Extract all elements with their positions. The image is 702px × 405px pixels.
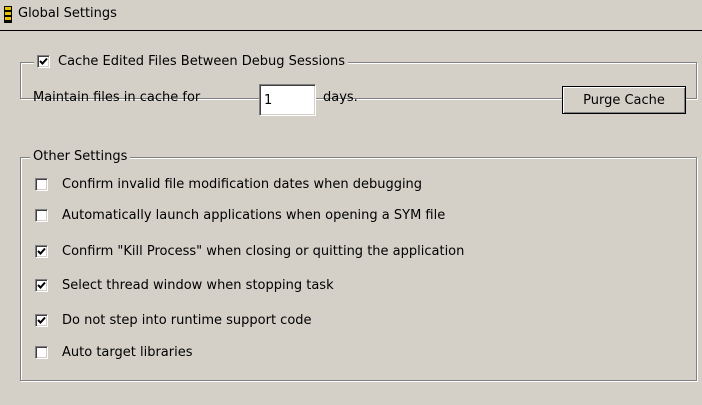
option-label: Select thread window when stopping task [62, 278, 334, 293]
panel-title: Global Settings [18, 6, 117, 21]
purge-cache-button[interactable]: Purge Cache [562, 86, 686, 114]
option-checkbox[interactable] [35, 178, 48, 191]
cache-legend[interactable]: Cache Edited Files Between Debug Session… [34, 53, 349, 70]
cache-files-label: Cache Edited Files Between Debug Session… [58, 54, 346, 69]
option-checkbox[interactable] [35, 245, 48, 258]
option-checkbox[interactable] [35, 346, 48, 359]
option-label: Confirm invalid file modification dates … [62, 177, 423, 192]
option-label: Auto target libraries [62, 345, 193, 360]
days-label: days. [323, 90, 358, 105]
option-label: Do not step into runtime support code [62, 313, 312, 328]
option-row[interactable]: Do not step into runtime support code [35, 313, 312, 328]
settings-panel-icon [4, 6, 12, 23]
other-settings-legend: Other Settings [30, 148, 131, 165]
option-row[interactable]: Confirm "Kill Process" when closing or q… [35, 244, 464, 259]
option-checkbox[interactable] [35, 279, 48, 292]
option-label: Automatically launch applications when o… [62, 208, 446, 223]
option-checkbox[interactable] [35, 314, 48, 327]
maintain-label: Maintain files in cache for [33, 90, 201, 105]
option-row[interactable]: Automatically launch applications when o… [35, 208, 445, 223]
panel-header: Global Settings [0, 0, 702, 31]
option-row[interactable]: Auto target libraries [35, 345, 193, 360]
cache-files-checkbox[interactable] [37, 55, 50, 68]
option-row[interactable]: Confirm invalid file modification dates … [35, 177, 422, 192]
option-row[interactable]: Select thread window when stopping task [35, 278, 334, 293]
option-label: Confirm "Kill Process" when closing or q… [62, 244, 465, 259]
cache-days-field[interactable] [259, 84, 316, 116]
option-checkbox[interactable] [35, 209, 48, 222]
